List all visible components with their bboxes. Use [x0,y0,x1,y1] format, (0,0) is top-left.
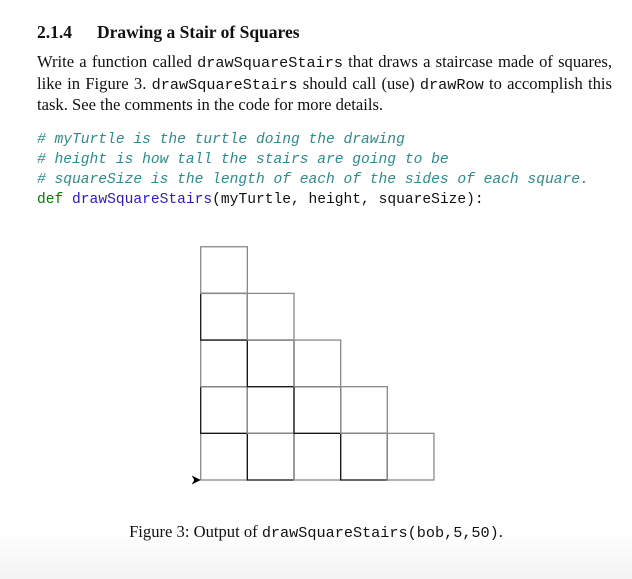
stair-square [200,292,248,341]
stair-square [293,432,342,481]
turtle-arrow-icon [191,475,201,485]
stair-square [200,339,248,388]
stair-square [339,386,388,435]
stair-square [200,246,248,295]
staircase-figure [191,246,435,485]
stair-square [246,339,295,388]
stair-square [339,432,388,481]
caption-code: drawSquareStairs(bob,5,50) [261,524,499,542]
caption-text: Figure 3: Output of [129,522,262,541]
stair-square [200,386,248,435]
figure-caption: Figure 3: Output of drawSquareStairs(bob… [0,522,632,542]
caption-suffix: . [498,522,503,541]
stair-square [246,432,295,481]
stair-square [386,432,435,481]
stair-square [246,386,295,435]
stair-square [293,386,342,435]
stair-square [200,432,248,481]
stair-square [246,292,295,341]
stair-square [293,339,342,388]
